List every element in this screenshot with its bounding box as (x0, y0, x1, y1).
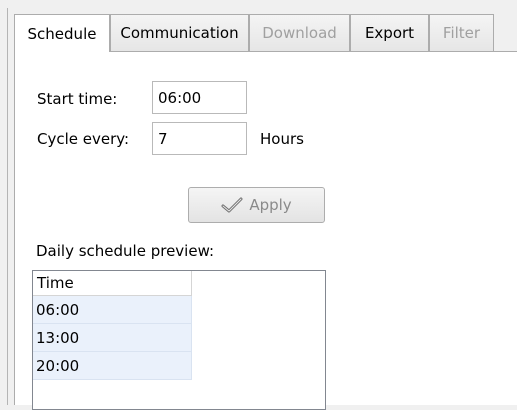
table-cell: 20:00 (36, 356, 80, 375)
schedule-preview-grid[interactable]: Time 06:00 13:00 20:00 (32, 270, 326, 410)
tab-communication[interactable]: Communication (110, 14, 249, 51)
column-header-time[interactable]: Time (33, 271, 192, 296)
table-row[interactable]: 13:00 (33, 324, 192, 352)
tab-label: Schedule (27, 24, 97, 43)
apply-button-label: Apply (249, 196, 292, 214)
tab-label: Export (364, 24, 415, 42)
table-cell: 06:00 (36, 300, 80, 319)
table-cell: 13:00 (36, 328, 80, 347)
tab-label: Communication (120, 24, 239, 42)
window-left-border (7, 8, 8, 405)
checkmark-icon (221, 197, 243, 213)
cycle-unit-label: Hours (260, 130, 304, 148)
tab-label: Download (262, 24, 337, 42)
schedule-panel: Start time: Cycle every: Hours Apply Dai… (14, 51, 517, 410)
start-time-label: Start time: (37, 90, 118, 108)
preview-table: Time 06:00 13:00 20:00 (33, 271, 192, 380)
table-row[interactable]: 20:00 (33, 352, 192, 380)
column-header-label: Time (37, 274, 74, 292)
tab-label: Filter (442, 24, 481, 42)
cycle-every-label: Cycle every: (37, 130, 130, 148)
tab-filter[interactable]: Filter (429, 14, 494, 51)
preview-label: Daily schedule preview: (36, 242, 215, 260)
cycle-every-input[interactable] (152, 122, 247, 155)
tab-export[interactable]: Export (350, 14, 429, 51)
tab-download[interactable]: Download (249, 14, 350, 51)
start-time-input[interactable] (152, 81, 247, 114)
tab-schedule[interactable]: Schedule (14, 14, 110, 52)
apply-button[interactable]: Apply (188, 187, 325, 223)
table-row[interactable]: 06:00 (33, 296, 192, 324)
